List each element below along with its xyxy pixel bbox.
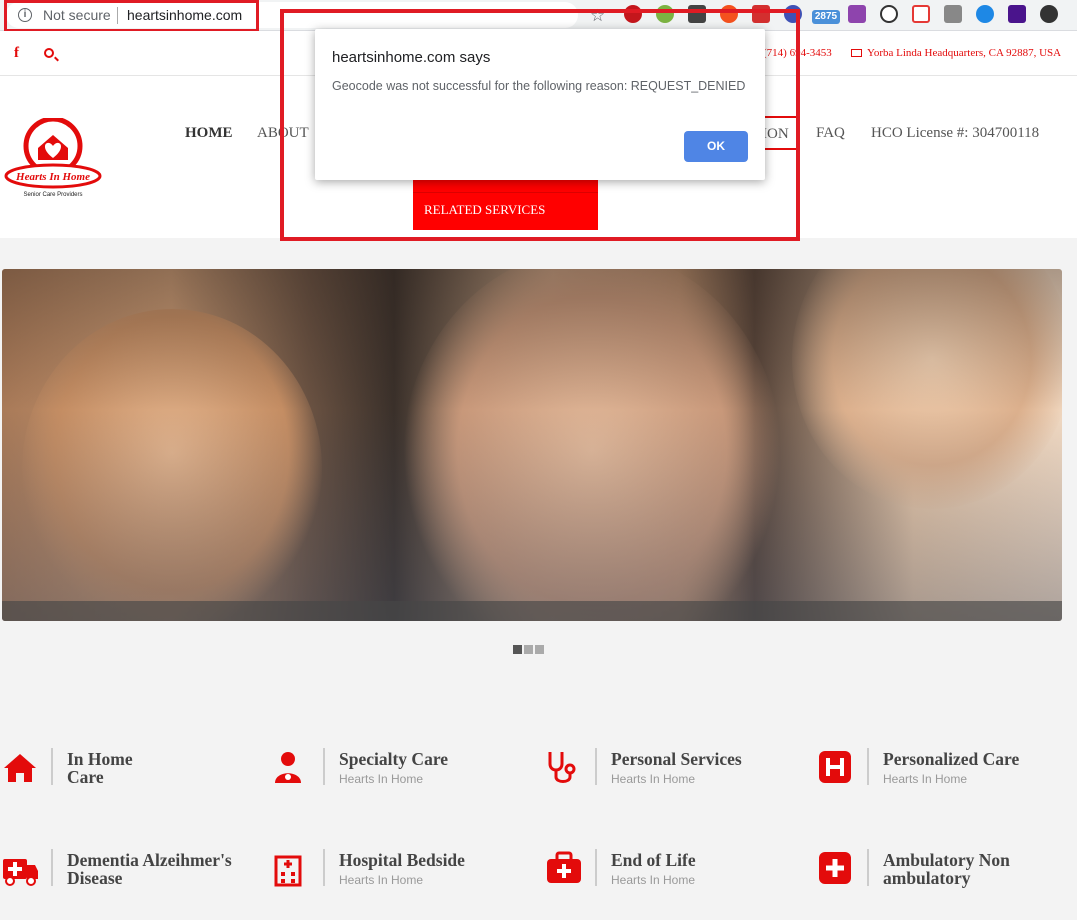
- service-subtitle: Hearts In Home: [611, 873, 696, 887]
- badge-count[interactable]: 2875: [812, 10, 840, 24]
- search-icon[interactable]: [44, 48, 54, 58]
- divider: [595, 849, 597, 886]
- service-item[interactable]: Specialty Care Hearts In Home: [274, 748, 534, 810]
- extension-icon[interactable]: [848, 5, 866, 23]
- extension-icon[interactable]: [912, 5, 930, 23]
- hospital-building-icon: [274, 855, 302, 887]
- service-title: End of Life: [611, 850, 696, 870]
- carousel-dot[interactable]: [524, 645, 533, 654]
- carousel-dot[interactable]: [535, 645, 544, 654]
- service-title: Personal Services: [611, 749, 742, 769]
- logo-name: Hearts In Home: [15, 171, 90, 183]
- divider: [867, 849, 869, 886]
- house-icon: [4, 754, 36, 782]
- divider: [867, 748, 869, 785]
- service-item[interactable]: Dementia Alzeihmer's Disease: [2, 849, 262, 911]
- nav-license: HCO License #: 304700118: [871, 125, 1040, 141]
- service-title: Personalized Care: [883, 749, 1020, 769]
- medkit-icon: [547, 851, 581, 883]
- service-item[interactable]: Personal Services Hearts In Home: [546, 748, 806, 810]
- service-title: Ambulatory Non ambulatory: [883, 850, 1010, 888]
- service-subtitle: Hearts In Home: [339, 772, 424, 786]
- ok-button[interactable]: OK: [684, 131, 748, 162]
- envelope-icon: [851, 49, 862, 57]
- nav-faq[interactable]: FAQ: [816, 125, 845, 142]
- profile-avatar[interactable]: [1040, 5, 1058, 23]
- service-title: Hospital Bedside: [339, 850, 465, 870]
- service-subtitle: Hearts In Home: [339, 873, 424, 887]
- service-title: In Home Care: [67, 749, 133, 787]
- hearts-in-home-logo[interactable]: Hearts In Home Senior Care Providers: [4, 118, 102, 200]
- service-subtitle: Hearts In Home: [611, 772, 696, 786]
- carousel-pagination: [513, 641, 546, 659]
- nav-home[interactable]: HOME: [185, 125, 233, 142]
- service-subtitle: Hearts In Home: [883, 772, 968, 786]
- address-text: Yorba Linda Headquarters, CA 92887, USA: [851, 47, 1061, 59]
- facebook-icon[interactable]: f: [14, 45, 19, 62]
- logo-tagline: Senior Care Providers: [23, 192, 82, 198]
- service-item[interactable]: Ambulatory Non ambulatory: [818, 849, 1077, 911]
- service-item[interactable]: In Home Care: [2, 748, 262, 810]
- carousel-dot[interactable]: [513, 645, 522, 654]
- hero-shading: [2, 269, 1062, 621]
- service-item[interactable]: Hospital Bedside Hearts In Home: [274, 849, 534, 911]
- divider: [51, 748, 53, 785]
- service-title: Dementia Alzeihmer's Disease: [67, 850, 232, 888]
- service-title: Specialty Care: [339, 749, 449, 769]
- extension-icon[interactable]: [976, 5, 994, 23]
- ambulance-icon: [3, 859, 38, 886]
- extension-icon[interactable]: [880, 5, 898, 23]
- dialog-message: Geocode was not successful for the follo…: [332, 79, 746, 93]
- service-item[interactable]: End of Life Hearts In Home: [546, 849, 806, 911]
- hospital-h-icon: [819, 751, 851, 783]
- extension-icon[interactable]: [1008, 5, 1026, 23]
- url-highlight-box: [4, 0, 259, 32]
- dialog-title: heartsinhome.com says: [332, 49, 491, 66]
- doctor-icon: [275, 752, 301, 783]
- stethoscope-icon: [548, 752, 576, 783]
- divider: [323, 748, 325, 785]
- hero-caption-band: [2, 601, 1062, 621]
- plus-square-icon: [819, 852, 851, 884]
- hero-carousel-image[interactable]: [2, 269, 1062, 621]
- divider: [323, 849, 325, 886]
- address-label: Yorba Linda Headquarters, CA 92887, USA: [867, 47, 1062, 59]
- service-item[interactable]: Personalized Care Hearts In Home: [818, 748, 1077, 810]
- camera-icon[interactable]: [944, 5, 962, 23]
- divider: [51, 849, 53, 886]
- divider: [595, 748, 597, 785]
- alert-dialog: heartsinhome.com says Geocode was not su…: [315, 29, 765, 180]
